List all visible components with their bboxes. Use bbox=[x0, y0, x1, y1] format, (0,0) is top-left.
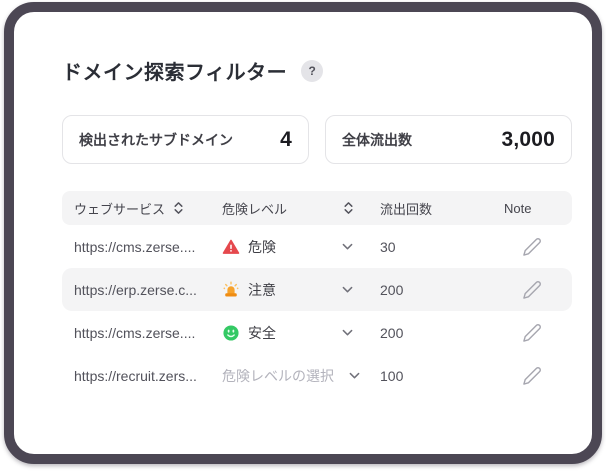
table-row: https://erp.zerse.c... 注意 200 bbox=[62, 268, 572, 311]
chevron-down-icon bbox=[341, 283, 354, 296]
siren-icon bbox=[222, 281, 240, 299]
risk-label: 注意 bbox=[248, 281, 276, 298]
url-cell: https://cms.zerse.... bbox=[74, 238, 196, 255]
table-header-row: ウェブサービス 危険レベル 流出回数 Note bbox=[62, 191, 572, 225]
chevron-down-icon bbox=[341, 240, 354, 253]
card-header: ドメイン探索フィルター ? bbox=[62, 56, 324, 85]
help-button[interactable]: ? bbox=[301, 59, 324, 82]
sort-button-web-service[interactable] bbox=[173, 201, 184, 215]
chevron-down-icon bbox=[348, 369, 361, 382]
column-header-leak-count: 流出回数 bbox=[380, 199, 504, 218]
page-title: ドメイン探索フィルター bbox=[62, 62, 288, 84]
pencil-icon bbox=[522, 280, 542, 300]
risk-level-select[interactable]: 安全 bbox=[222, 323, 380, 343]
smiley-icon bbox=[222, 324, 240, 342]
sort-icon bbox=[173, 201, 184, 215]
column-header-note: Note bbox=[504, 201, 560, 216]
note-button[interactable] bbox=[520, 235, 544, 259]
risk-label: 安全 bbox=[248, 324, 276, 341]
column-header-label: 流出回数 bbox=[380, 201, 433, 217]
stat-value: 4 bbox=[280, 127, 292, 151]
screenshot-stage: ドメイン探索フィルター ? 検出されたサブドメイン 4 全体流出数 3,000 … bbox=[0, 0, 606, 471]
risk-placeholder: 危険レベルの選択 bbox=[222, 367, 334, 384]
leak-count-cell: 30 bbox=[380, 238, 396, 255]
url-cell: https://cms.zerse.... bbox=[74, 324, 196, 341]
risk-level-select[interactable]: 危険 bbox=[222, 237, 380, 257]
risk-level-select[interactable]: 注意 bbox=[222, 280, 380, 300]
table-row: https://recruit.zers... 危険レベルの選択 100 bbox=[62, 354, 572, 397]
leak-count-cell: 200 bbox=[380, 281, 404, 298]
leak-count-cell: 200 bbox=[380, 324, 404, 341]
table-row: https://cms.zerse.... 安全 200 bbox=[62, 311, 572, 354]
stats-row: 検出されたサブドメイン 4 全体流出数 3,000 bbox=[62, 115, 572, 164]
url-cell: https://recruit.zers... bbox=[74, 367, 197, 384]
stat-detected-subdomains: 検出されたサブドメイン 4 bbox=[62, 115, 309, 164]
stat-total-leaks: 全体流出数 3,000 bbox=[325, 115, 572, 164]
pencil-icon bbox=[522, 323, 542, 343]
column-header-label: 危険レベル bbox=[222, 201, 288, 217]
risk-level-select[interactable]: 危険レベルの選択 bbox=[222, 366, 380, 386]
subdomain-table: ウェブサービス 危険レベル 流出回数 Note https://cms.zers… bbox=[62, 191, 572, 397]
table-row: https://cms.zerse.... 危険 30 bbox=[62, 225, 572, 268]
sort-button-risk-level[interactable] bbox=[343, 201, 354, 215]
leak-count-cell: 100 bbox=[380, 367, 404, 384]
url-cell: https://erp.zerse.c... bbox=[74, 281, 197, 298]
note-button[interactable] bbox=[520, 321, 544, 345]
sort-icon bbox=[343, 201, 354, 215]
risk-label: 危険 bbox=[248, 238, 276, 255]
note-button[interactable] bbox=[520, 364, 544, 388]
card: ドメイン探索フィルター ? 検出されたサブドメイン 4 全体流出数 3,000 … bbox=[4, 2, 602, 464]
pencil-icon bbox=[522, 366, 542, 386]
column-header-web-service: ウェブサービス bbox=[74, 199, 222, 218]
column-header-risk-level: 危険レベル bbox=[222, 199, 380, 218]
stat-value: 3,000 bbox=[501, 127, 555, 151]
column-header-label: Note bbox=[504, 200, 532, 216]
stat-label: 全体流出数 bbox=[342, 131, 412, 148]
warning-triangle-icon bbox=[222, 238, 240, 256]
stat-label: 検出されたサブドメイン bbox=[79, 131, 233, 148]
pencil-icon bbox=[522, 237, 542, 257]
column-header-label: ウェブサービス bbox=[74, 201, 166, 217]
question-icon: ? bbox=[308, 63, 316, 78]
chevron-down-icon bbox=[341, 326, 354, 339]
note-button[interactable] bbox=[520, 278, 544, 302]
